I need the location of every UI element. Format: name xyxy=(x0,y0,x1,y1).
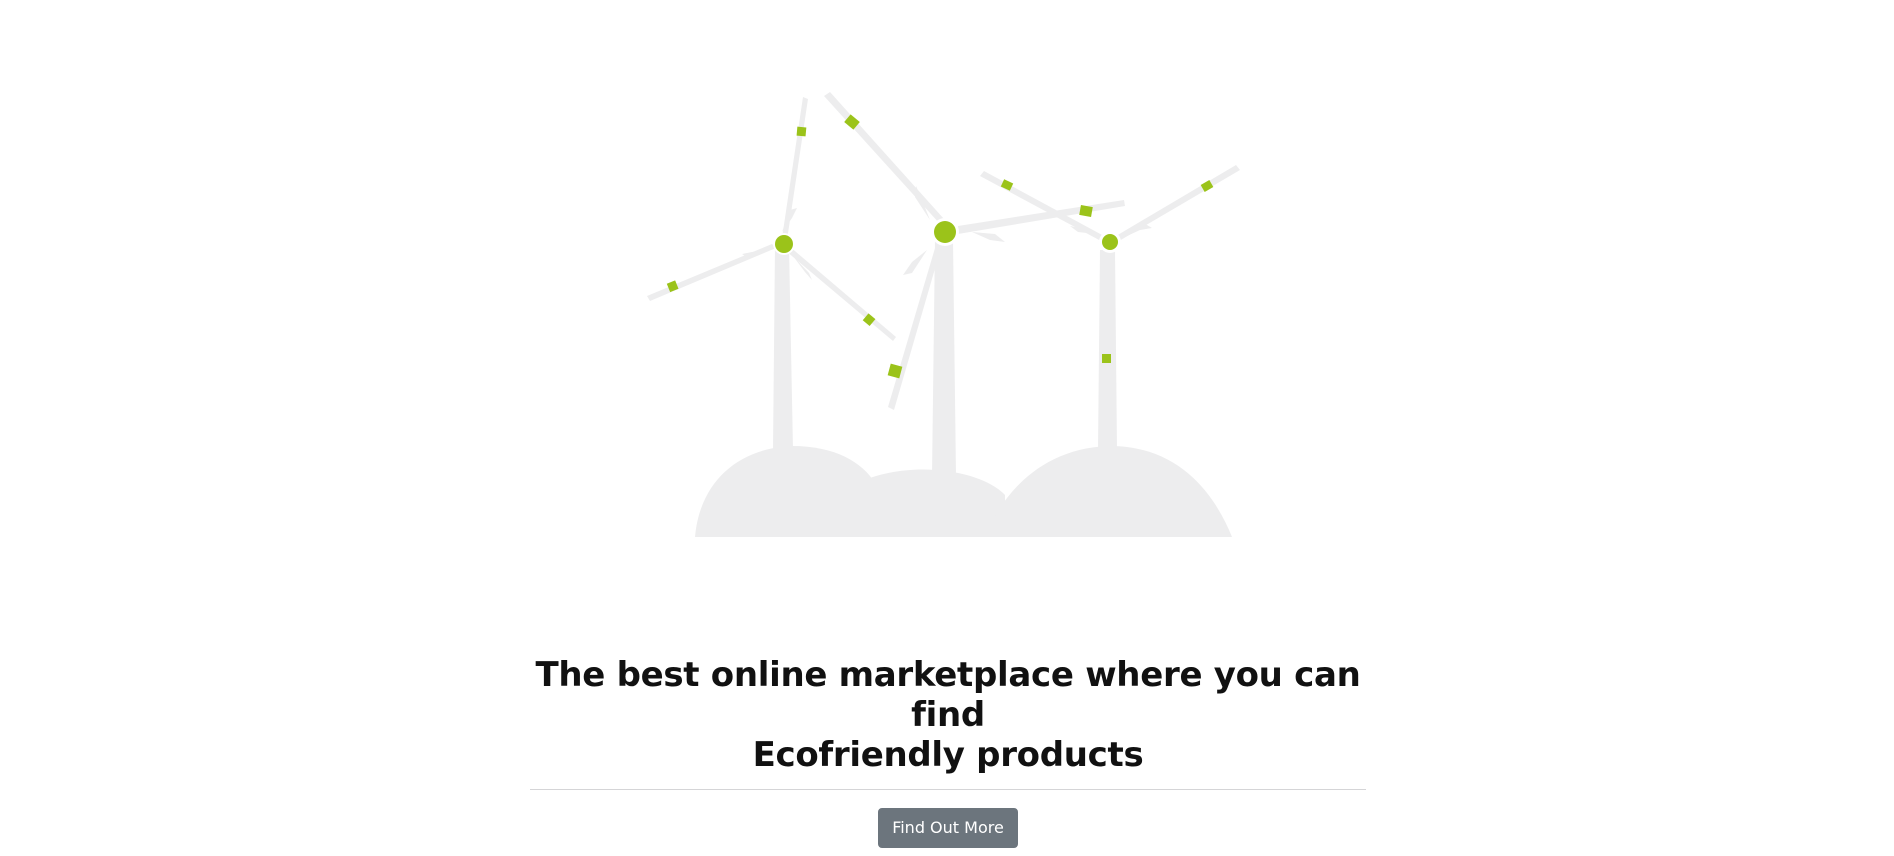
headline-line-2: Ecofriendly products xyxy=(752,735,1144,775)
wind-turbines-illustration xyxy=(647,92,1240,537)
landing-page: The best online marketplace where you ca… xyxy=(0,0,1894,856)
middle-turbine-icon xyxy=(824,92,1125,476)
page-headline: The best online marketplace where you ca… xyxy=(530,655,1366,775)
find-out-more-button[interactable]: Find Out More xyxy=(878,808,1018,848)
headline-line-1: The best online marketplace where you ca… xyxy=(535,655,1361,735)
hills-icon xyxy=(695,446,1232,537)
left-turbine-icon xyxy=(647,97,896,450)
hero-section: The best online marketplace where you ca… xyxy=(530,655,1366,848)
divider xyxy=(530,789,1366,790)
